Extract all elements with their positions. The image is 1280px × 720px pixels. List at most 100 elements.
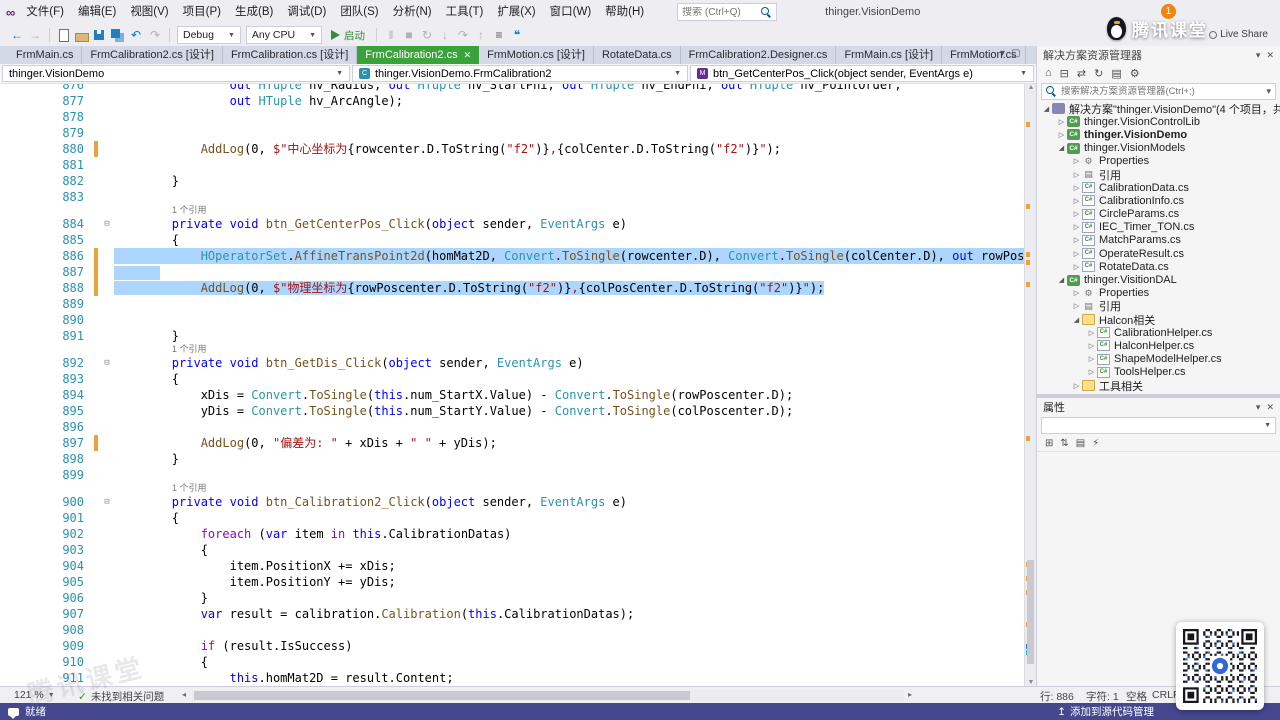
code-line[interactable]: { [114, 542, 1024, 558]
tree-expand-icon[interactable]: ▷ [1071, 302, 1082, 310]
line-number[interactable]: 888 [0, 280, 90, 296]
notification-badge[interactable]: 1 [1161, 4, 1176, 19]
tree-item[interactable]: ▷ C# CalibrationInfo.cs [1037, 194, 1280, 207]
editor-tab[interactable]: FrmMotion.cs [设计] [479, 46, 594, 64]
tree-item[interactable]: ▷ C# CalibrationData.cs [1037, 181, 1280, 194]
code-line[interactable]: AddLog(0, $"物理坐标为{rowPoscenter.D.ToStrin… [114, 280, 1024, 296]
pause-icon[interactable]: ‖ [382, 28, 400, 42]
tree-item[interactable]: ▷ C# CalibrationHelper.cs [1037, 326, 1280, 339]
start-debug-button[interactable]: 启动 [331, 28, 365, 43]
tree-item[interactable]: ▷ ⚙ Properties [1037, 287, 1280, 300]
editor-vertical-scrollbar[interactable]: ▲ ▼ [1024, 84, 1036, 686]
tree-expand-icon[interactable]: ▷ [1071, 197, 1082, 205]
solution-search-input[interactable] [1061, 86, 1263, 97]
platform-dropdown[interactable]: Any CPU ▼ [245, 26, 323, 44]
line-number[interactable]: 884 [0, 216, 90, 232]
menu-item[interactable]: 视图(V) [123, 0, 175, 24]
tree-item[interactable]: ▷ ▤ 引用 [1037, 168, 1280, 181]
code-line[interactable]: private void btn_GetCenterPos_Click(obje… [114, 216, 1024, 232]
menu-item[interactable]: 分析(N) [386, 0, 439, 24]
line-number[interactable]: 904 [0, 558, 90, 574]
tree-collapse-icon[interactable]: ◢ [1041, 105, 1052, 113]
tree-collapse-icon[interactable]: ◢ [1071, 316, 1082, 324]
tree-item[interactable]: ▷ C# MatchParams.cs [1037, 234, 1280, 247]
code-line[interactable]: var result = calibration.Calibration(thi… [114, 606, 1024, 622]
line-number[interactable]: 903 [0, 542, 90, 558]
code-line[interactable]: HOperatorSet.AffineTransPoint2d(homMat2D… [114, 248, 1024, 264]
show-all-files-icon[interactable]: ▤ [1111, 67, 1121, 80]
nav-forward-icon[interactable]: → [26, 28, 44, 42]
alphabetical-icon[interactable]: ⇅ [1060, 438, 1068, 449]
line-number[interactable]: 885 [0, 232, 90, 248]
menu-item[interactable]: 扩展(X) [490, 0, 542, 24]
scroll-left-icon[interactable]: ◂ [182, 690, 186, 699]
line-number[interactable]: 906 [0, 590, 90, 606]
line-number[interactable]: 897 [0, 435, 90, 451]
line-number[interactable]: 883 [0, 189, 90, 205]
quick-search-input[interactable] [682, 6, 762, 18]
step-over-icon[interactable]: ↷ [454, 28, 472, 42]
code-line[interactable]: if (result.IsSuccess) [114, 638, 1024, 654]
line-number[interactable]: 880 [0, 141, 90, 157]
menu-item[interactable]: 项目(P) [176, 0, 228, 24]
active-files-list-icon[interactable]: ▾ [1000, 48, 1005, 59]
tree-expand-icon[interactable]: ▷ [1071, 184, 1082, 192]
tree-expand-icon[interactable]: ▷ [1071, 236, 1082, 244]
chevron-down-icon[interactable]: ▾ [1256, 402, 1261, 413]
tree-expand-icon[interactable]: ▷ [1086, 355, 1097, 363]
tree-collapse-icon[interactable]: ◢ [1056, 276, 1067, 284]
tree-expand-icon[interactable]: ▷ [1086, 329, 1097, 337]
project-dropdown[interactable]: thinger.VisionDemo ▼ [2, 65, 350, 82]
restart-icon[interactable]: ↻ [418, 28, 436, 42]
menu-item[interactable]: 文件(F) [19, 0, 71, 24]
step-into-icon[interactable]: ↓ [436, 28, 454, 42]
line-number[interactable]: 878 [0, 109, 90, 125]
save-all-icon[interactable] [109, 27, 126, 43]
editor-tab[interactable]: FrmCalibration2.Designer.cs [681, 46, 837, 64]
save-icon[interactable] [91, 27, 108, 43]
line-number[interactable]: 886 [0, 248, 90, 264]
code-line[interactable] [114, 157, 1024, 173]
line-number[interactable]: 895 [0, 403, 90, 419]
categorized-icon[interactable]: ⊞ [1045, 438, 1053, 449]
menu-item[interactable]: 团队(S) [333, 0, 385, 24]
feedback-icon[interactable] [8, 707, 19, 719]
tree-item[interactable]: ◢ 解决方案"thinger.VisionDemo"(4 个项目，共 4 个 [1037, 102, 1280, 115]
tree-expand-icon[interactable]: ▷ [1071, 263, 1082, 271]
line-number[interactable]: 892 [0, 355, 90, 371]
editor-tab[interactable]: FrmCalibration2.cs ✕ [357, 46, 480, 64]
member-dropdown[interactable]: M btn_GetCenterPos_Click(object sender, … [690, 65, 1034, 82]
code-line[interactable] [114, 264, 1024, 280]
close-icon[interactable]: ✕ [1266, 402, 1274, 413]
code-line[interactable]: } [114, 590, 1024, 606]
codelens-references[interactable]: 1 个引用 [0, 483, 1024, 494]
views-icon[interactable]: ⌂ [1045, 67, 1052, 79]
tree-expand-icon[interactable]: ▷ [1071, 223, 1082, 231]
code-line[interactable]: item.PositionY += yDis; [114, 574, 1024, 590]
properties-icon[interactable]: ⚙ [1130, 67, 1140, 80]
code-line[interactable] [114, 109, 1024, 125]
tree-expand-icon[interactable]: ▷ [1056, 131, 1067, 139]
new-file-icon[interactable] [55, 27, 72, 43]
tree-expand-icon[interactable]: ▷ [1056, 118, 1067, 126]
type-dropdown[interactable]: C thinger.VisionDemo.FrmCalibration2 ▼ [352, 65, 688, 82]
code-line[interactable]: } [114, 328, 1024, 344]
tree-item[interactable]: ▷ C# RotateData.cs [1037, 260, 1280, 273]
close-icon[interactable]: ✕ [1266, 50, 1274, 61]
tree-expand-icon[interactable]: ▷ [1071, 382, 1082, 390]
events-icon[interactable]: ⚡ [1092, 438, 1099, 449]
find-icon[interactable]: ≡ [490, 28, 508, 42]
line-number[interactable]: 909 [0, 638, 90, 654]
collapse-all-icon[interactable]: ⊟ [1060, 67, 1069, 80]
line-number[interactable]: 911 [0, 670, 90, 686]
code-line[interactable]: xDis = Convert.ToSingle(this.num_StartX.… [114, 387, 1024, 403]
menu-item[interactable]: 工具(T) [439, 0, 491, 24]
code-line[interactable] [114, 419, 1024, 435]
codelens-references[interactable]: 1 个引用 [0, 344, 1024, 355]
stop-icon[interactable]: ■ [400, 28, 418, 42]
line-number[interactable]: 887 [0, 264, 90, 280]
tree-expand-icon[interactable]: ▷ [1071, 250, 1082, 258]
code-editor[interactable]: 876 out HTuple hv_Radius, out HTuple hv_… [0, 84, 1024, 686]
codelens-references[interactable]: 1 个引用 [0, 205, 1024, 216]
step-out-icon[interactable]: ↑ [472, 28, 490, 42]
